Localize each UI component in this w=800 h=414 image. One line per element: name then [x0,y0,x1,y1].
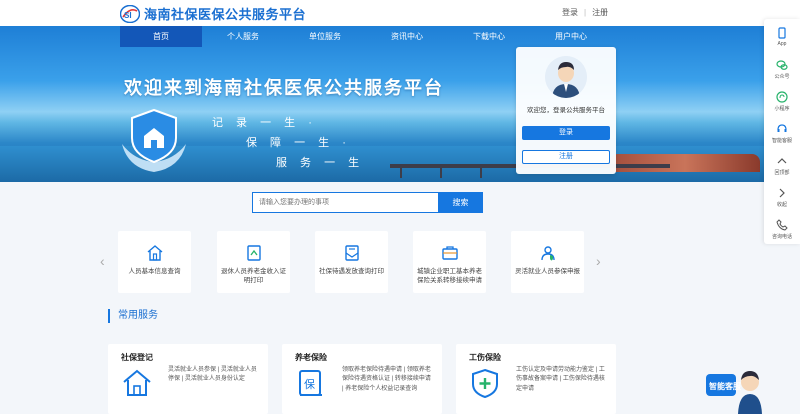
nav-unit[interactable]: 单位服务 [284,26,366,47]
main-nav: 首页 个人服务 单位服务 资讯中心 下载中心 用户中心 [120,26,612,47]
login-button[interactable]: 登录 [522,126,610,140]
search-bar: 搜索 [252,192,483,213]
rocks-decoration [610,154,760,172]
sidebar-item-mini-program[interactable]: 小程序 [764,87,800,117]
shield-hands-icon [122,108,186,172]
sidebar-label: App [777,41,787,47]
sidebar-label: 小程序 [774,106,790,112]
person-shield-icon [540,246,555,261]
service-card-title: 社保登记 [121,353,153,362]
login-link[interactable]: 登录 [562,7,578,18]
pier-post [480,168,482,178]
phone-icon [778,27,786,39]
pier-post [440,168,442,178]
quick-service-label: 人员基本信息查询 [128,268,181,275]
home-icon [147,245,162,261]
service-card-desc: 领取养老保险待遇申请 | 领取养老保险待遇资格认证 | 转移接续申请 | 养老保… [342,367,431,392]
auth-links: 登录 | 注册 [562,7,608,18]
quick-service-item[interactable]: 人员基本信息查询 [118,231,191,293]
service-card-injury[interactable]: 工伤保险 工伤认定及申请劳动能力鉴定 | 工伤事故备案申请 | 工伤保险待遇核定… [456,344,616,414]
sidebar-item-customer-service[interactable]: 智能客服 [764,119,800,149]
service-card-title: 养老保险 [295,353,327,362]
sidebar-label: 回顶部 [774,170,790,176]
briefcase-icon [441,246,458,260]
sidebar-item-hotline[interactable]: 咨询电话 [764,215,800,245]
nav-news[interactable]: 资讯中心 [366,26,448,47]
quick-service-item[interactable]: 灵活就业人员参保申报 [511,231,584,293]
sidebar-item-official-account[interactable]: 公众号 [764,55,800,85]
house-icon [123,369,151,396]
right-sidebar: App 公众号 小程序 智能客服 回顶部 收起 咨询电话 [764,19,800,244]
service-card-social-registration[interactable]: 社保登记 灵活就业人员参保 | 灵活就业人员停保 | 灵活就业人员身份认定 [108,344,268,414]
quick-service-label: 社保待遇发放查询打印 [319,268,384,275]
slogan-line-1: 记 录 一 生 · [212,117,317,129]
auth-separator: | [584,8,587,17]
slogan-line-3: 服 务 一 生 [276,157,365,169]
quick-service-item[interactable]: 社保待遇发放查询打印 [315,231,388,293]
svg-text:保: 保 [304,377,315,391]
quick-service-label: 灵活就业人员参保申报 [515,268,580,275]
user-avatar-icon [545,56,587,98]
quick-service-item[interactable]: 退休人员养老金收入证明打印 [217,231,290,293]
register-link[interactable]: 注册 [592,7,608,18]
register-button[interactable]: 注册 [522,150,610,164]
arrow-right-icon [779,188,785,198]
site-logo[interactable]: SI 海南社保医保公共服务平台 [120,4,306,23]
nav-user-center[interactable]: 用户中心 [530,26,612,47]
nav-personal[interactable]: 个人服务 [202,26,284,47]
logo-mark-icon: SI [120,4,140,23]
customer-service-mascot[interactable]: 智能客服 [706,366,768,414]
sidebar-label: 智能客服 [771,138,792,144]
customer-service-icon [777,124,787,132]
nav-home[interactable]: 首页 [120,26,202,47]
next-arrow-icon[interactable]: › [596,253,601,269]
nav-download[interactable]: 下载中心 [448,26,530,47]
hero-headline: 欢迎来到海南社保医保公共服务平台 [124,78,444,99]
sidebar-label: 收起 [776,202,787,208]
service-card-desc: 灵活就业人员参保 | 灵活就业人员停保 | 灵活就业人员身份认定 [168,367,257,383]
mini-program-icon [776,91,788,103]
phone-call-icon [776,219,788,231]
login-card: 欢迎您，登录公共服务平台 登录 注册 [516,47,616,174]
sidebar-item-collapse[interactable]: 收起 [764,183,800,213]
sidebar-label: 咨询电话 [771,234,792,240]
pier-post [400,168,402,178]
quick-service-item[interactable]: 城镇企业职工基本养老保险关系转移接续申请 [413,231,486,293]
medical-cross-icon [472,368,498,398]
search-button[interactable]: 搜索 [438,192,483,213]
service-card-desc: 工伤认定及申请劳动能力鉴定 | 工伤事故备案申请 | 工伤保险待遇核定申请 [516,367,605,392]
top-bar: SI 海南社保医保公共服务平台 登录 | 注册 [0,0,800,26]
wechat-icon [776,60,788,70]
quick-service-label: 退休人员养老金收入证明打印 [221,268,286,284]
hero-banner: 首页 个人服务 单位服务 资讯中心 下载中心 用户中心 欢迎来到海南社保医保公共… [0,26,800,182]
service-card-title: 工伤保险 [469,353,501,362]
mail-icon [344,245,359,261]
quick-service-label: 城镇企业职工基本养老保险关系转移接续申请 [417,268,482,284]
insurance-book-icon: 保 [299,370,322,396]
slogan-line-2: 保 障 一 生 · [246,137,351,149]
service-card-pension[interactable]: 养老保险 保 领取养老保险待遇申请 | 领取养老保险待遇资格认证 | 转移接续申… [282,344,442,414]
document-icon [246,245,261,261]
common-services-title: 常用服务 [108,309,158,323]
search-input[interactable] [252,192,438,213]
prev-arrow-icon[interactable]: ‹ [100,253,105,269]
welcome-text: 欢迎您，登录公共服务平台 [527,107,605,114]
sidebar-item-back-to-top[interactable]: 回顶部 [764,151,800,181]
sidebar-label: 公众号 [774,74,790,80]
arrow-up-icon [777,158,787,164]
sidebar-item-app[interactable]: App [764,23,800,53]
svg-text:SI: SI [124,11,132,20]
site-title: 海南社保医保公共服务平台 [144,8,307,23]
svg-text:智能客服: 智能客服 [709,381,742,391]
